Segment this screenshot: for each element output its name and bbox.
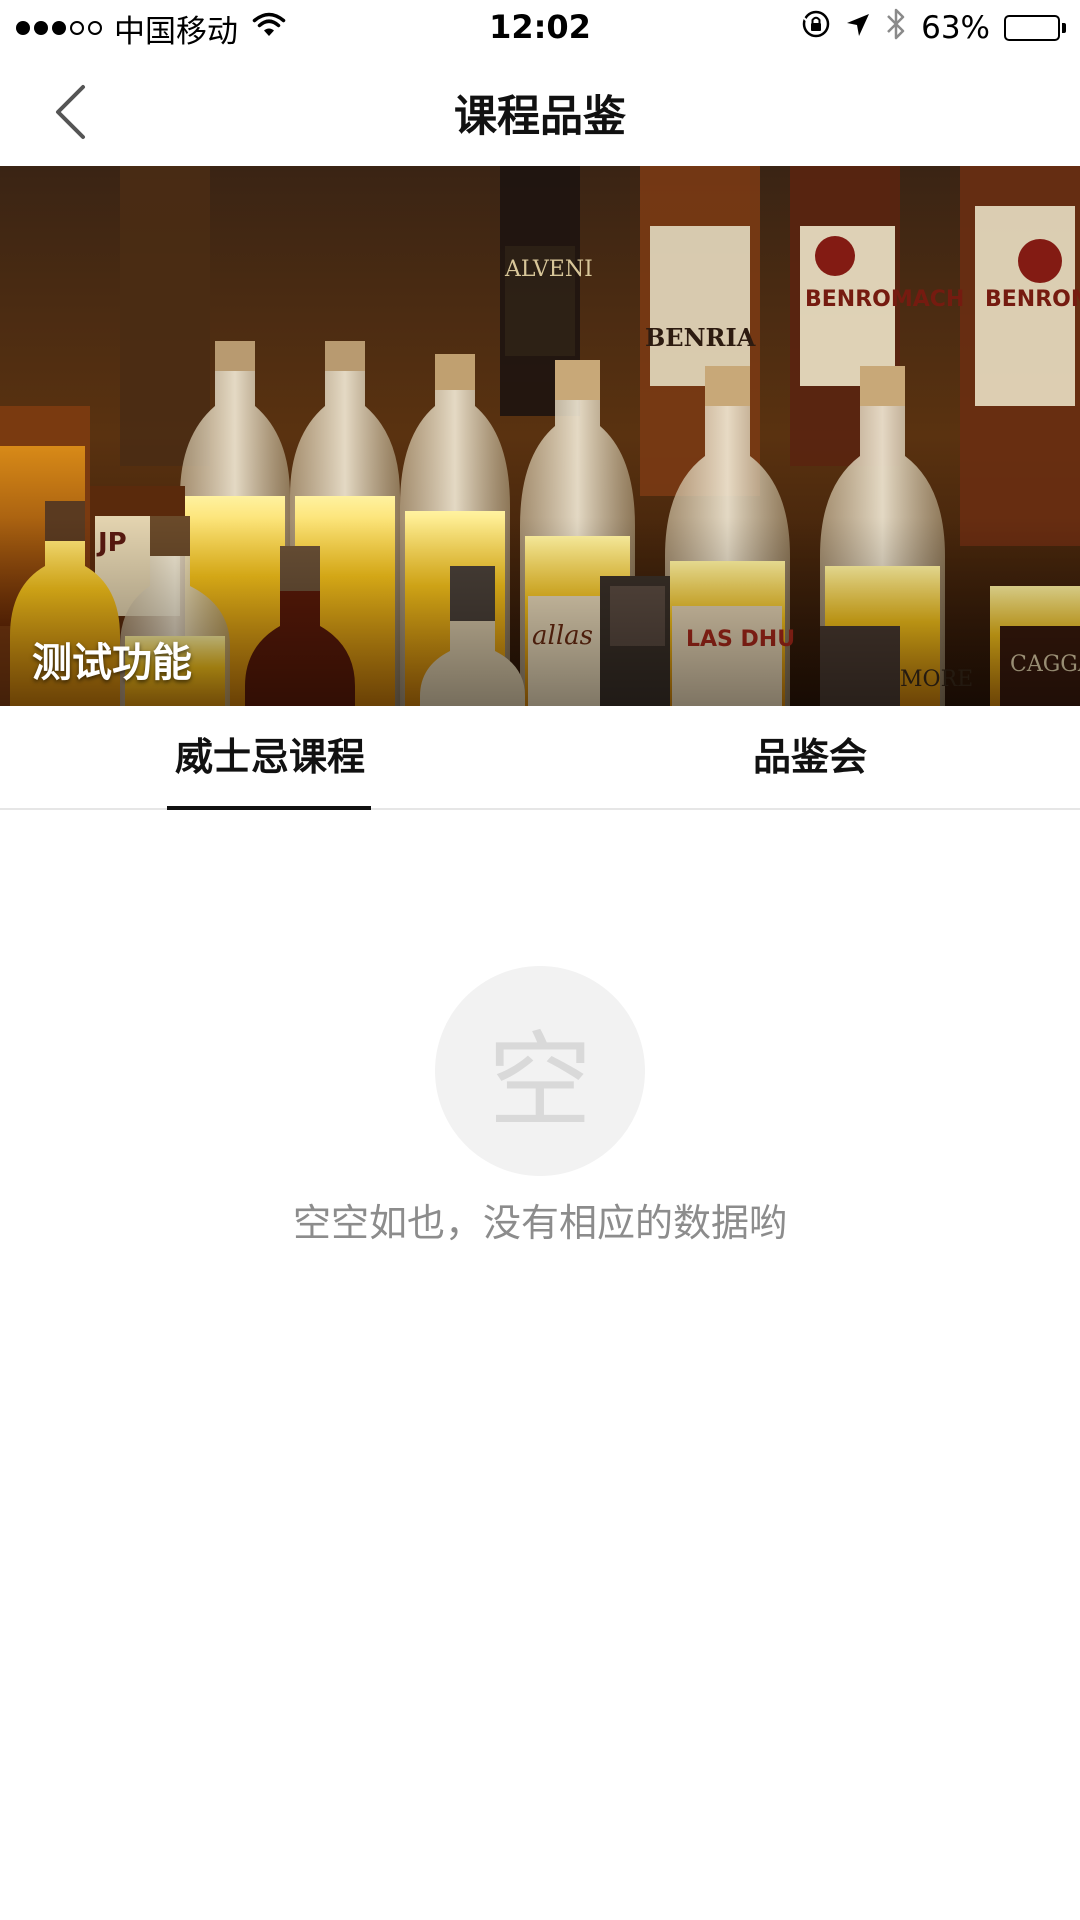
status-bar: 中国移动 12:02 63%: [0, 0, 1080, 56]
tab-whisky-course[interactable]: 威士忌课程: [0, 706, 540, 810]
battery-percentage: 63%: [921, 10, 990, 46]
page-title: 课程品鉴: [454, 92, 626, 142]
location-arrow-icon: [845, 10, 871, 46]
navigation-bar: 课程品鉴: [0, 56, 1080, 166]
whisky-bottles-photo: ALVENI BENROMACH BENROMA BENRIA: [0, 166, 1080, 706]
battery-icon: [1004, 15, 1066, 41]
status-right: 63%: [801, 8, 1066, 48]
bluetooth-icon: [885, 7, 907, 49]
empty-message: 空空如也，没有相应的数据哟: [292, 1201, 787, 1245]
course-tasting-page: 中国移动 12:02 63% 课程品鉴 测试功能 威士忌课程 品鉴会 空 空空如…: [0, 0, 1080, 1920]
active-tab-indicator: [167, 806, 371, 810]
empty-state: 空 空空如也，没有相应的数据哟: [0, 966, 1080, 1247]
empty-icon: 空: [435, 966, 645, 1176]
tab-bar: 威士忌课程 品鉴会: [0, 706, 1080, 810]
tab-label: 威士忌课程: [174, 734, 365, 779]
orientation-lock-icon: [801, 9, 831, 47]
tab-tasting-event[interactable]: 品鉴会: [540, 706, 1080, 808]
banner-caption: 测试功能: [32, 640, 192, 686]
banner-image[interactable]: ALVENI BENROMACH BENROMA BENRIA: [0, 166, 1080, 706]
chevron-left-icon: [56, 85, 85, 139]
back-button[interactable]: [40, 80, 100, 144]
tab-label: 品鉴会: [752, 734, 867, 779]
